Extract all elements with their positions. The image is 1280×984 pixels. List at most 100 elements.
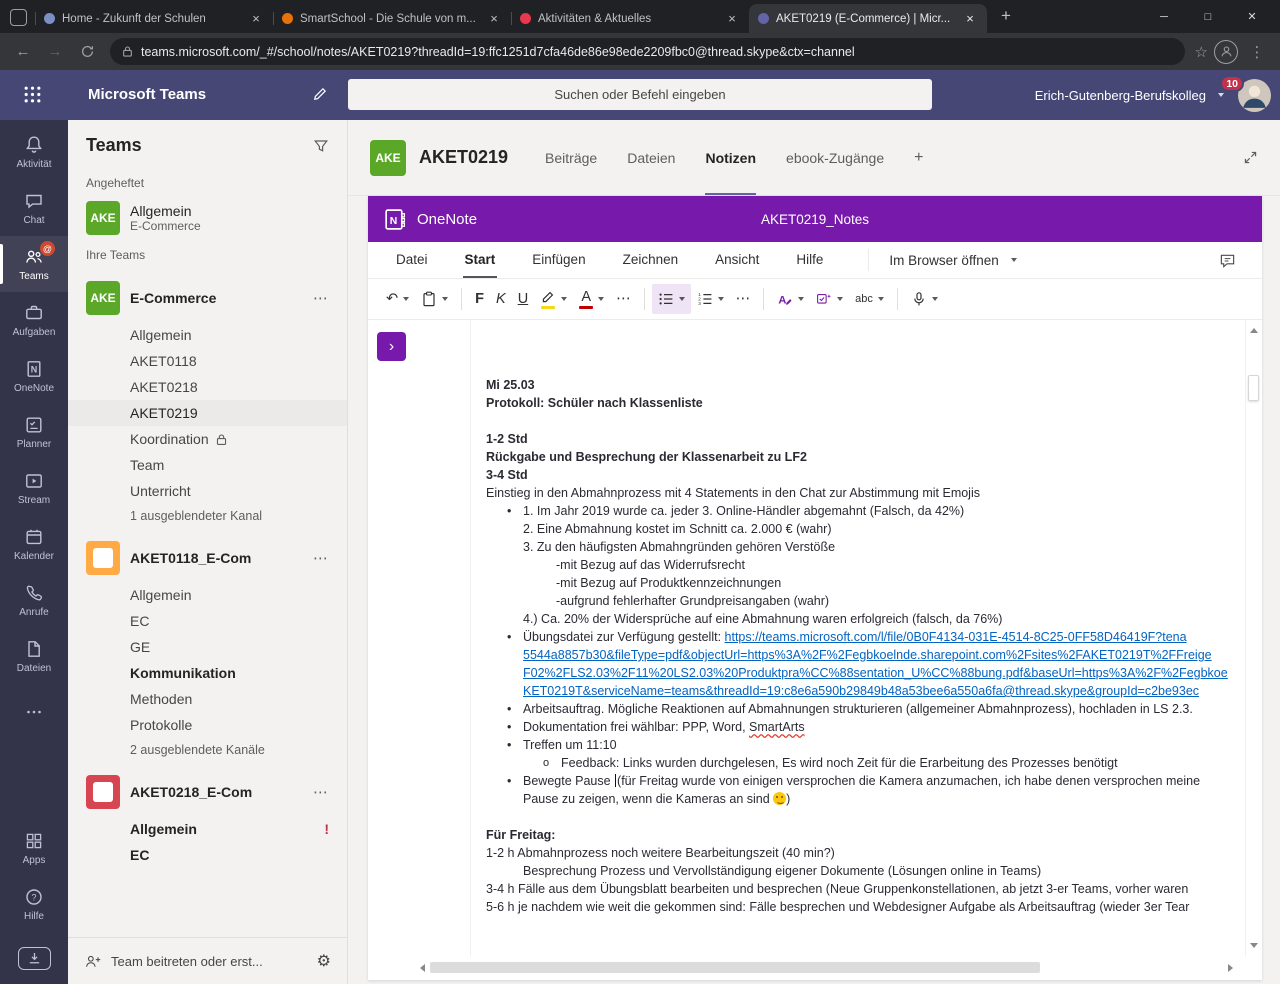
channel-item-unterricht[interactable]: Unterricht: [68, 478, 347, 504]
join-team-button[interactable]: Team beitreten oder erst... ⚙: [68, 937, 347, 984]
horizontal-scrollbar[interactable]: [414, 959, 1238, 976]
browser-profile-icon[interactable]: [1214, 40, 1238, 64]
menu-start[interactable]: Start: [463, 242, 498, 278]
tab-close-icon[interactable]: ×: [486, 11, 502, 26]
tab-close-icon[interactable]: ×: [248, 11, 264, 26]
rail-item-apps[interactable]: Apps: [0, 820, 68, 876]
scroll-up-icon[interactable]: [1246, 322, 1262, 339]
scroll-right-icon[interactable]: [1222, 959, 1238, 976]
channel-item-ge[interactable]: GE: [68, 634, 347, 660]
tenant-switcher[interactable]: Erich-Gutenberg-Berufskolleg: [1035, 70, 1224, 120]
rail-item-briefcase[interactable]: Aufgaben: [0, 292, 68, 348]
more-options-icon[interactable]: ⋯: [313, 783, 329, 801]
pinned-channel[interactable]: AKE Allgemein E-Commerce: [68, 196, 347, 240]
open-in-browser-button[interactable]: Im Browser öffnen: [868, 249, 1016, 271]
browser-tab[interactable]: Home - Zukunft der Schulen×: [35, 4, 273, 33]
menu-hilfe[interactable]: Hilfe: [794, 242, 825, 278]
vertical-scroll-thumb[interactable]: [1248, 375, 1259, 401]
minimize-button[interactable]: ─: [1142, 0, 1186, 33]
browser-logo-icon[interactable]: [10, 9, 27, 26]
doc-link[interactable]: https://teams.microsoft.com/l/file/0B0F4…: [725, 630, 1187, 644]
browser-menu-icon[interactable]: ⋮: [1244, 39, 1270, 65]
team-row[interactable]: AKEE-Commerce⋯: [68, 274, 347, 322]
filter-icon[interactable]: [313, 138, 329, 154]
show-page-list-button[interactable]: ›: [377, 332, 406, 361]
new-tab-button[interactable]: +: [993, 4, 1019, 28]
dictate-button[interactable]: [905, 284, 944, 314]
expand-tab-icon[interactable]: [1243, 150, 1258, 165]
numbered-list-button[interactable]: 123: [691, 284, 730, 314]
styles-button[interactable]: A: [771, 284, 810, 314]
tab-dateien[interactable]: Dateien: [627, 120, 675, 195]
channel-item-protokolle[interactable]: Protokolle: [68, 712, 347, 738]
doc-link[interactable]: F02%2FLS2.03%2F11%20LS2.03%20Produktpra%…: [523, 666, 1228, 680]
url-bar[interactable]: teams.microsoft.com/_#/school/notes/AKET…: [110, 38, 1185, 65]
tab-notizen[interactable]: Notizen: [705, 120, 756, 195]
channel-item-team[interactable]: Team: [68, 452, 347, 478]
browser-tab[interactable]: AKET0219 (E-Commerce) | Micr...×: [749, 4, 987, 33]
channel-item-allgemein[interactable]: Allgemein!: [68, 816, 347, 842]
site-info-lock-icon[interactable]: [122, 45, 133, 58]
rail-item-help[interactable]: ?Hilfe: [0, 876, 68, 932]
todo-tag-button[interactable]: [810, 284, 849, 314]
scroll-left-icon[interactable]: [414, 959, 430, 976]
bookmark-star-icon[interactable]: ☆: [1195, 43, 1208, 61]
tab-beitr-ge[interactable]: Beiträge: [545, 120, 597, 195]
rail-item-download[interactable]: [0, 932, 68, 984]
maximize-button[interactable]: □: [1186, 0, 1230, 33]
rail-item-files[interactable]: Dateien: [0, 628, 68, 684]
font-color-button[interactable]: A: [573, 284, 610, 314]
onenote-page[interactable]: Mi 25.03Protokoll: Schüler nach Klassenl…: [471, 320, 1245, 956]
channel-item-aket0218[interactable]: AKET0218: [68, 374, 347, 400]
channel-item-aket0219[interactable]: AKET0219: [68, 400, 347, 426]
underline-button[interactable]: U: [512, 284, 534, 314]
rail-item-stream[interactable]: Stream: [0, 460, 68, 516]
team-row[interactable]: AKET0118_E-Com⋯: [68, 534, 347, 582]
channel-item-methoden[interactable]: Methoden: [68, 686, 347, 712]
scroll-down-icon[interactable]: [1246, 937, 1262, 954]
channel-item-1-ausgeblendeter-kanal[interactable]: 1 ausgeblendeter Kanal: [68, 504, 347, 528]
menu-datei[interactable]: Datei: [394, 242, 430, 278]
rail-item-phone[interactable]: Anrufe: [0, 572, 68, 628]
rail-item-onenote[interactable]: NOneNote: [0, 348, 68, 404]
rail-item-chat[interactable]: Chat: [0, 180, 68, 236]
rail-item-planner[interactable]: Planner: [0, 404, 68, 460]
rail-item-calendar[interactable]: Kalender: [0, 516, 68, 572]
channel-item-aket0118[interactable]: AKET0118: [68, 348, 347, 374]
doc-link[interactable]: KET0219T&serviceName=teams&threadId=19:c…: [523, 684, 1199, 698]
browser-tab[interactable]: Aktivitäten & Aktuelles×: [511, 4, 749, 33]
italic-button[interactable]: K: [490, 284, 512, 314]
undo-button[interactable]: ↶: [380, 284, 415, 314]
forward-icon[interactable]: →: [42, 39, 68, 65]
bullet-list-button[interactable]: [652, 284, 691, 314]
channel-item-allgemein[interactable]: Allgemein: [68, 322, 347, 348]
refresh-icon[interactable]: [74, 39, 100, 65]
highlighter-button[interactable]: [534, 284, 573, 314]
tab-close-icon[interactable]: ×: [724, 11, 740, 26]
team-row[interactable]: AKET0218_E-Com⋯: [68, 768, 347, 816]
more-options-icon[interactable]: ⋯: [313, 289, 329, 307]
tab-close-icon[interactable]: ×: [962, 11, 978, 26]
menu-einf-gen[interactable]: Einfügen: [530, 242, 587, 278]
channel-item-ec[interactable]: EC: [68, 842, 347, 868]
browser-tab[interactable]: SmartSchool - Die Schule von m...×: [273, 4, 511, 33]
add-tab-button[interactable]: +: [914, 120, 923, 195]
channel-item-kommunikation[interactable]: Kommunikation: [68, 660, 347, 686]
app-launcher-waffle-icon[interactable]: [23, 85, 42, 104]
rail-item-more[interactable]: [0, 684, 68, 740]
spelling-button[interactable]: abc: [849, 284, 890, 314]
close-button[interactable]: ✕: [1230, 0, 1274, 33]
search-bar[interactable]: Suchen oder Befehl eingeben: [348, 79, 932, 110]
more-lists-button[interactable]: ⋯: [730, 284, 757, 314]
channel-item-2-ausgeblendete-kan-le[interactable]: 2 ausgeblendete Kanäle: [68, 738, 347, 762]
doc-link[interactable]: 5544a8857b30&fileType=pdf&objectUrl=http…: [523, 648, 1212, 662]
more-formatting-button[interactable]: ⋯: [610, 284, 637, 314]
paste-button[interactable]: [415, 284, 454, 314]
manage-teams-gear-icon[interactable]: ⚙: [317, 951, 331, 971]
channel-item-koordination[interactable]: Koordination: [68, 426, 347, 452]
rail-item-bell[interactable]: Aktivität: [0, 124, 68, 180]
channel-item-allgemein[interactable]: Allgemein: [68, 582, 347, 608]
vertical-scrollbar[interactable]: [1245, 320, 1262, 956]
menu-zeichnen[interactable]: Zeichnen: [621, 242, 681, 278]
rail-item-teams[interactable]: @Teams: [0, 236, 68, 292]
